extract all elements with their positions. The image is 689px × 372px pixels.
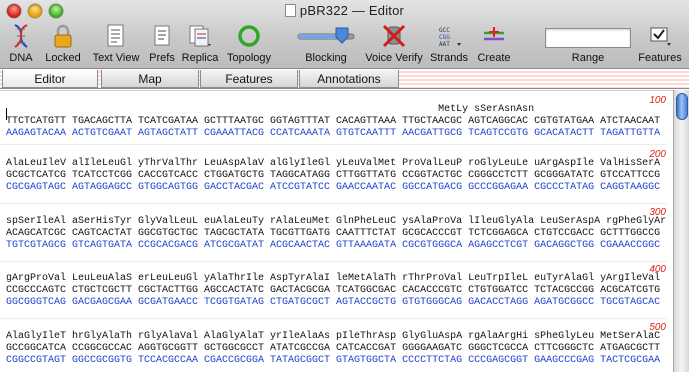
- window-toolbar-chrome: pBR322 — Editor DNA Locked Text View Pre…: [0, 0, 689, 69]
- features-label: Features: [638, 52, 682, 64]
- topology-button[interactable]: Topology: [224, 22, 274, 66]
- amino-acid-translation: gArgProVal LeuLeuAlaS erLeuLeuGl yAlaThr…: [6, 273, 661, 284]
- locked-button[interactable]: Locked: [43, 22, 83, 66]
- topology-label: Topology: [226, 52, 272, 64]
- svg-text:CGG: CGG: [439, 34, 450, 41]
- scrollbar-thumb[interactable]: [676, 93, 688, 120]
- strands-label: Strands: [430, 52, 468, 64]
- text-view-label: Text View: [92, 52, 140, 64]
- tab-map[interactable]: Map: [101, 70, 199, 88]
- text-view-button[interactable]: Text View: [88, 22, 144, 66]
- replica-label: Replica: [181, 52, 219, 64]
- preferences-icon: [154, 25, 170, 46]
- blocking-label: Blocking: [305, 52, 347, 64]
- locked-label: Locked: [45, 52, 81, 64]
- window-title-bar: pBR322 — Editor: [0, 3, 689, 18]
- dna-button[interactable]: DNA: [4, 22, 38, 66]
- vertical-scrollbar[interactable]: [673, 90, 689, 372]
- toolbar: DNA Locked Text View Prefs Replica Topol…: [0, 22, 689, 66]
- dna-helix-icon: [14, 24, 28, 48]
- replica-button[interactable]: Replica: [180, 22, 220, 66]
- bottom-strand: CGGCCGTAGT GGCCGCGGTG TCCACGCCAA CGACCGC…: [6, 355, 661, 366]
- strands-icon: GCC CGG AAT: [439, 27, 461, 48]
- create-button[interactable]: Create: [474, 22, 514, 66]
- blocking-slider-icon[interactable]: [294, 24, 358, 48]
- prefs-button[interactable]: Prefs: [146, 22, 178, 66]
- voice-verify-label: Voice Verify: [365, 52, 423, 64]
- sequence-editor[interactable]: 100 MetLy sSerAsnAsn TTCTCATGTT TGACAGCT…: [0, 90, 673, 372]
- svg-text:AAT: AAT: [439, 41, 450, 48]
- padlock-icon: [54, 24, 72, 48]
- bottom-strand: CGCGAGTAGC AGTAGGAGCC GTGGCAGTGG GACCTAC…: [6, 182, 661, 193]
- svg-text:GCC: GCC: [439, 27, 450, 34]
- tab-annotations[interactable]: Annotations: [299, 70, 399, 88]
- strands-button[interactable]: GCC CGG AAT Strands: [428, 22, 470, 66]
- blocking-control[interactable]: Blocking: [292, 22, 360, 66]
- prefs-label: Prefs: [149, 52, 175, 64]
- features-button[interactable]: Features: [634, 22, 686, 66]
- top-strand: ACAGCATCGC CAGTCACTAT GGCGTGCTGC TAGCGCT…: [6, 228, 661, 239]
- range-field-group: Range: [545, 22, 631, 66]
- amino-acid-translation: AlaGlyIleT hrGlyAlaTh rGlyAlaVal AlaGlyA…: [6, 331, 661, 342]
- amino-acid-translation: AlaLeuIleV alIleLeuGl yThrValThr LeuAspA…: [6, 158, 661, 169]
- top-strand: GCCGGCATCA CCGGCGCCAC AGGTGCGGTT GCTGGCG…: [6, 343, 661, 354]
- block-divider: [0, 318, 667, 319]
- voice-verify-icon: [382, 24, 406, 48]
- create-icon: [484, 27, 504, 41]
- bottom-strand: TGTCGTAGCG GTCAGTGATA CCGCACGACG ATCGCGA…: [6, 240, 661, 251]
- top-strand: CCGCCCAGTC CTGCTCGCTT CGCTACTTGG AGCCACT…: [6, 285, 661, 296]
- create-label: Create: [477, 52, 511, 64]
- view-tabs: Editor Map Features Annotations: [0, 69, 689, 89]
- voice-verify-button[interactable]: Voice Verify: [363, 22, 425, 66]
- features-icon: [650, 27, 671, 46]
- circular-topology-icon: [238, 25, 260, 47]
- bottom-strand: GGCGGGTCAG GACGAGCGAA GCGATGAACC TCGGTGA…: [6, 297, 661, 308]
- document-icon: [284, 4, 296, 17]
- text-view-icon: [107, 24, 124, 47]
- bottom-strand: AAGAGTACAA ACTGTCGAAT AGTAGCTATT CGAAATT…: [6, 128, 661, 139]
- replica-icon: [189, 25, 211, 47]
- tab-editor[interactable]: Editor: [2, 70, 98, 88]
- window-title: pBR322 — Editor: [299, 3, 405, 18]
- position-number: 100: [649, 95, 666, 106]
- tab-features[interactable]: Features: [200, 70, 298, 88]
- amino-acid-translation: MetLy sSerAsnAsn: [6, 104, 535, 115]
- amino-acid-translation: spSerIleAl aSerHisTyr GlyValLeuL euAlaLe…: [6, 216, 667, 227]
- top-strand: TTCTCATGTT TGACAGCTTA TCATCGATAA GCTTTAA…: [6, 116, 661, 127]
- dna-label: DNA: [9, 52, 33, 64]
- block-divider: [0, 144, 667, 145]
- block-divider: [0, 203, 667, 204]
- top-strand: GCGCTCATCG TCATCCTCGG CACCGTCACC CTGGATG…: [6, 170, 661, 181]
- block-divider: [0, 261, 667, 262]
- range-label: Range: [571, 52, 605, 64]
